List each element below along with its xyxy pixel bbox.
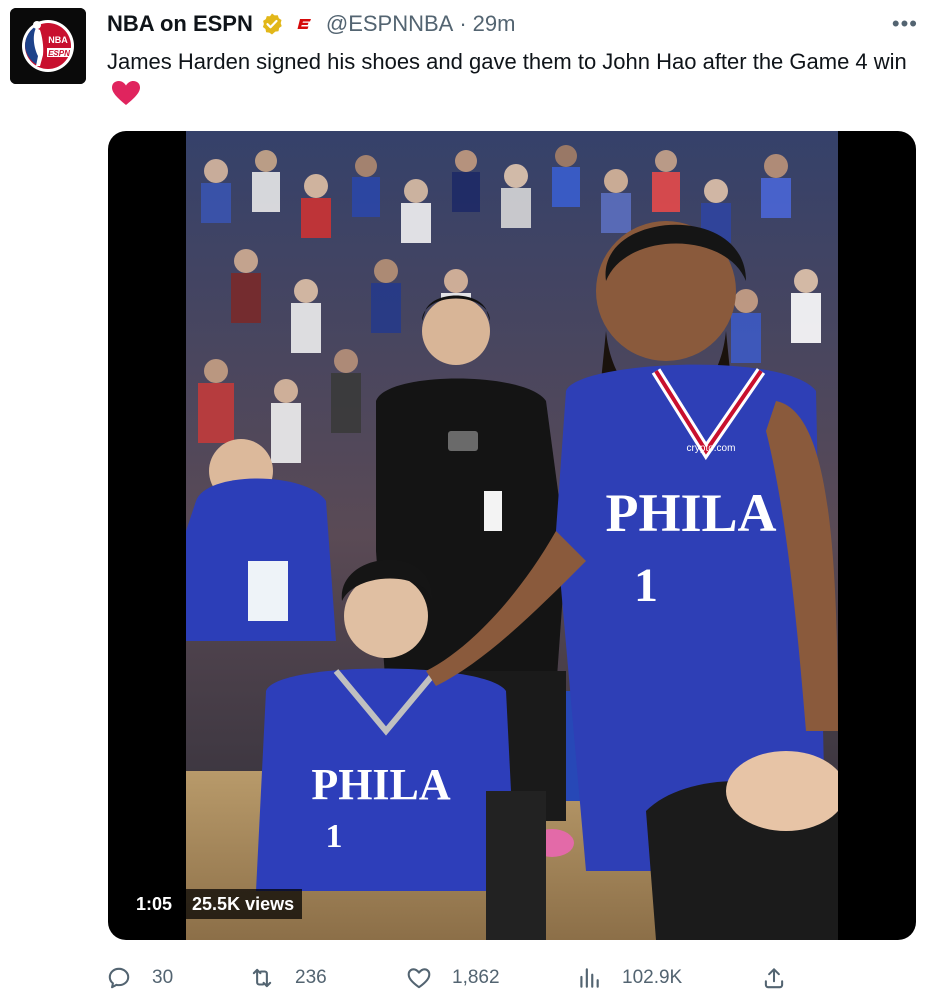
more-options-icon[interactable]: •••	[892, 10, 918, 38]
video-player[interactable]: PHILA 1 PHILA 1 crypto.com	[108, 131, 916, 940]
verified-badge-icon[interactable]	[260, 12, 284, 36]
retweet-count: 236	[295, 967, 327, 988]
header-separator: ·	[459, 11, 467, 36]
like-heart-icon	[407, 968, 431, 989]
video-duration: 1:05	[128, 889, 181, 919]
harden-jersey-text: PHILA	[605, 483, 776, 543]
sponsor-patch-text: crypto.com	[687, 443, 736, 454]
reply-count: 30	[152, 967, 174, 988]
fan-jersey-number: 1	[326, 818, 343, 855]
harden-jersey-number: 1	[634, 559, 658, 612]
svg-text:NBA: NBA	[48, 35, 68, 45]
retweet-button[interactable]: 236	[249, 962, 327, 994]
tweet-text: James Harden signed his shoes and gave t…	[107, 49, 907, 74]
display-name[interactable]: NBA on ESPN	[107, 11, 253, 37]
tweet-action-bar: 30 236 1,862 102.9K	[106, 962, 796, 994]
retweet-icon	[252, 968, 272, 988]
video-views: 25.5K views	[184, 889, 303, 919]
video-frame-image: PHILA 1 PHILA 1 crypto.com	[186, 131, 838, 940]
reply-icon	[108, 967, 130, 989]
espn-affiliate-icon[interactable]	[295, 15, 314, 33]
tweet-header: NBA on ESPN @ESPNNBA · 29m	[107, 10, 515, 38]
tweet-body: James Harden signed his shoes and gave t…	[107, 46, 907, 110]
share-upload-icon	[764, 968, 784, 989]
views-button[interactable]: 102.9K	[576, 962, 682, 994]
video-info-overlay: 1:05 25.5K views	[128, 889, 303, 919]
view-count: 102.9K	[622, 967, 683, 988]
nba-espn-logo-icon: NBA ESPN	[10, 8, 86, 84]
share-button[interactable]	[761, 962, 787, 994]
reply-button[interactable]: 30	[106, 962, 173, 994]
analytics-bars-icon	[580, 968, 599, 988]
account-avatar[interactable]: NBA ESPN	[10, 8, 86, 84]
like-button[interactable]: 1,862	[406, 962, 500, 994]
tweet-timestamp[interactable]: 29m	[473, 11, 516, 37]
account-handle[interactable]: @ESPNNBA	[326, 11, 453, 37]
like-count: 1,862	[452, 967, 500, 988]
svg-text:ESPN: ESPN	[48, 49, 70, 58]
red-heart-icon	[111, 80, 141, 106]
fan-jersey-text: PHILA	[311, 760, 451, 809]
